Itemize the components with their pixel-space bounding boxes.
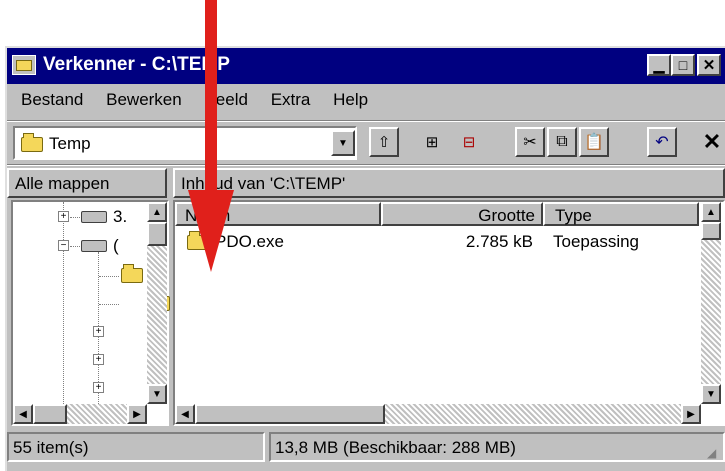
explorer-window: Verkenner - C:\TEMP ▁ □ ✕ Bestand Bewerk… xyxy=(5,46,725,471)
drive-icon xyxy=(81,240,107,252)
menu-extra[interactable]: Extra xyxy=(271,90,311,109)
scroll-up-arrow[interactable]: ▲ xyxy=(147,202,167,222)
up-folder-button[interactable]: ⇧ xyxy=(369,127,399,157)
scroll-down-arrow[interactable]: ▼ xyxy=(701,384,721,404)
folder-tree[interactable]: + 3. − ( + + + ▲ ▼ ◀ ▶ xyxy=(11,200,250,426)
copy-button[interactable]: ⧉ xyxy=(547,127,577,157)
folder-icon xyxy=(21,133,43,152)
column-header-size[interactable]: Grootte xyxy=(381,202,543,226)
paste-button[interactable]: 📋 xyxy=(579,127,609,157)
folder-icon[interactable] xyxy=(121,264,143,283)
scroll-thumb[interactable] xyxy=(33,404,67,424)
tree-item-label[interactable]: ( xyxy=(113,236,119,256)
all-folders-header: Alle mappen xyxy=(7,168,167,198)
column-header-type[interactable]: Type xyxy=(543,202,699,226)
scroll-left-arrow[interactable]: ◀ xyxy=(175,404,195,424)
close-button[interactable]: ✕ xyxy=(697,54,721,76)
expand-icon[interactable]: + xyxy=(58,211,69,222)
disconnect-drive-button[interactable]: ⊟ xyxy=(454,127,484,157)
collapse-icon[interactable]: − xyxy=(58,240,69,251)
explorer-app-icon xyxy=(12,55,36,75)
scroll-down-arrow[interactable]: ▼ xyxy=(147,384,167,404)
file-size: 2.785 kB xyxy=(465,232,533,251)
menu-divider xyxy=(7,120,725,122)
file-type: Toepassing xyxy=(553,232,640,251)
menu-bestand[interactable]: Bestand xyxy=(21,90,83,109)
scroll-left-arrow[interactable]: ◀ xyxy=(13,404,33,424)
status-count-panel: 55 item(s) xyxy=(7,432,265,462)
scroll-thumb[interactable] xyxy=(701,222,721,240)
resize-grip-icon[interactable]: ◢ xyxy=(707,446,716,460)
delete-button[interactable]: ✕ xyxy=(697,127,725,157)
scroll-thumb[interactable] xyxy=(147,222,167,246)
cut-button[interactable]: ✂ xyxy=(515,127,545,157)
menu-help[interactable]: Help xyxy=(333,90,368,109)
arrow-shaft xyxy=(205,0,217,200)
expand-icon[interactable]: + xyxy=(93,382,104,393)
drive-icon xyxy=(81,211,107,223)
expand-icon[interactable]: + xyxy=(93,326,104,337)
undo-button[interactable]: ↶ xyxy=(647,127,677,157)
minimize-button[interactable]: ▁ xyxy=(647,54,671,76)
scroll-right-arrow[interactable]: ▶ xyxy=(127,404,147,424)
status-size-panel: 13,8 MB (Beschikbaar: 288 MB) xyxy=(269,432,725,462)
address-value: Temp xyxy=(49,134,91,153)
scroll-thumb[interactable] xyxy=(195,404,385,424)
toolbar-divider xyxy=(7,164,725,166)
expand-icon[interactable]: + xyxy=(93,354,104,365)
maximize-button[interactable]: □ xyxy=(671,54,695,76)
red-arrow-annotation xyxy=(188,0,234,272)
menu-bewerken[interactable]: Bewerken xyxy=(106,90,182,109)
scroll-up-arrow[interactable]: ▲ xyxy=(701,202,721,222)
scroll-right-arrow[interactable]: ▶ xyxy=(681,404,701,424)
address-dropdown-button[interactable]: ▼ xyxy=(331,130,355,156)
tree-item-label[interactable]: 3. xyxy=(113,207,127,227)
map-drive-button[interactable]: ⊞ xyxy=(417,127,447,157)
title-bar[interactable]: Verkenner - C:\TEMP ▁ □ ✕ xyxy=(7,48,725,84)
arrow-head xyxy=(188,190,234,272)
